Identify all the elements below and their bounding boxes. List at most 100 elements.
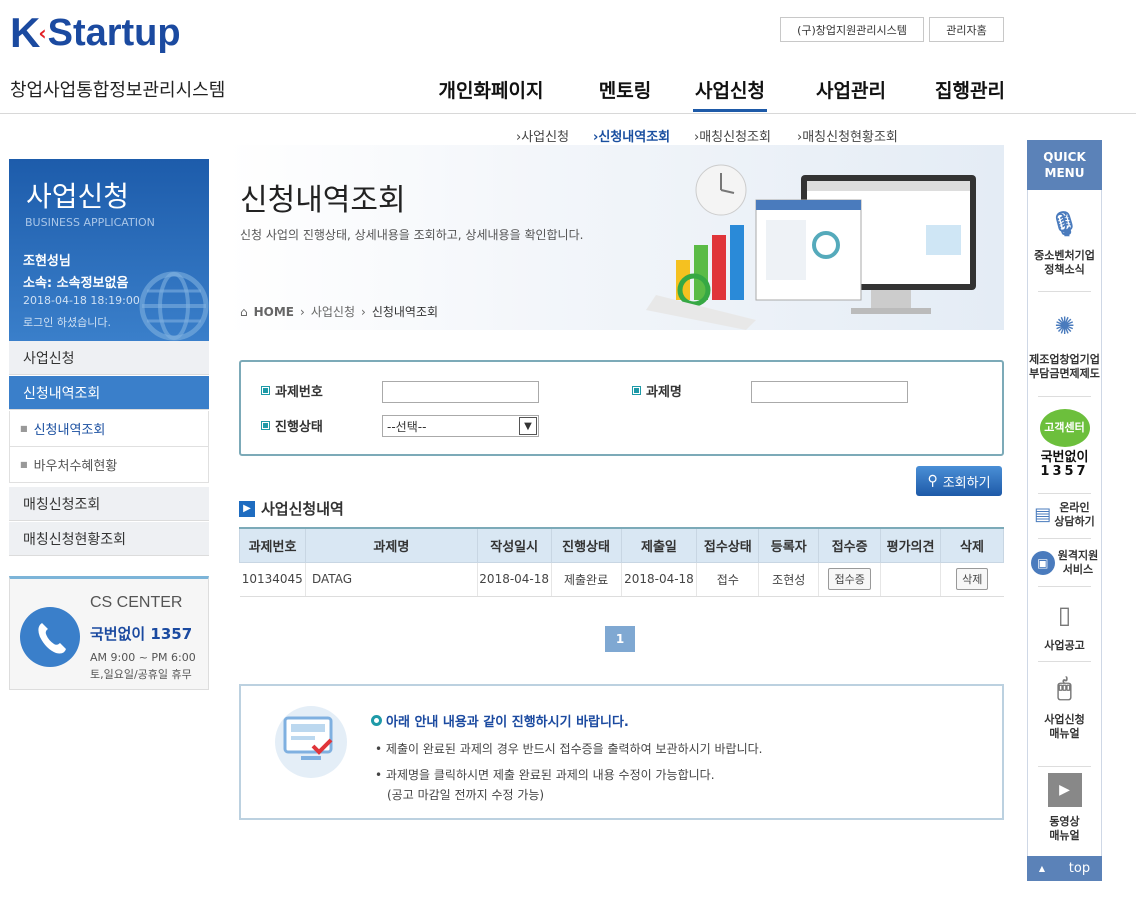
home-icon: ⌂: [240, 304, 248, 319]
header-divider: [0, 113, 1136, 114]
caret-up-icon: ▲: [1038, 864, 1046, 873]
quick-item-exemption[interactable]: ✺ 제조업창업기업 부담금면제제도: [1028, 311, 1101, 381]
table-row: 10134045 DATAG 2018-04-18 제출완료 2018-04-1…: [239, 562, 1004, 597]
quick-item-callcenter[interactable]: 고객센터 국번없이 1357: [1028, 409, 1101, 479]
quick-menu: QUICK MENU 🎙 중소벤처기업 정책소식 ✺ 제조업창업기업 부담금면제제도 …: [1027, 140, 1102, 881]
breadcrumb-2: 신청내역조회: [371, 305, 439, 319]
subnav-item-active[interactable]: ›신청내역조회: [593, 126, 670, 145]
cs-phone: 국번없이 1357: [90, 625, 193, 643]
col-delete: 삭제: [939, 527, 1005, 563]
circle-bullet-icon: [371, 715, 382, 726]
quick-item-remote[interactable]: ▣ 원격지원 서비스: [1028, 549, 1101, 577]
cell-receipt: 접수증: [818, 562, 881, 597]
notice-line-2: • 과제명을 클릭하시면 제출 완료된 과제의 내용 수정이 가능합니다.: [375, 768, 715, 782]
search-panel: 과제번호 과제명 진행상태 --선택-- ▼: [239, 360, 1004, 456]
bullet-icon: ■: [20, 460, 28, 469]
quick-item-video[interactable]: ▶ 동영상 매뉴얼: [1028, 773, 1101, 843]
search-button[interactable]: ⚲ 조회하기: [916, 466, 1002, 496]
col-status: 진행상태: [550, 527, 622, 563]
cell-submitted: 2018-04-18: [620, 562, 697, 597]
page-description: 신청 사업의 진행상태, 상세내용을 조회하고, 상세내용을 확인합니다.: [240, 228, 584, 242]
application-table: 과제번호 과제명 작성일시 진행상태 제출일 접수상태 등록자 접수증 평가의견…: [239, 527, 1005, 597]
quick-item-online[interactable]: ▤ 온라인 상담하기: [1028, 501, 1101, 529]
chevron-down-icon: ▼: [519, 417, 537, 435]
cell-opinion: [880, 562, 941, 597]
cs-center-box: CS CENTER 국번없이 1357 AM 9:00 ~ PM 6:00 토,…: [9, 576, 209, 690]
sidebar-user-panel: 사업신청 BUSINESS APPLICATION 조현성님 소속: 소속정보없…: [9, 159, 209, 341]
col-receipt: 접수증: [818, 527, 882, 563]
video-icon: ▶: [1047, 773, 1082, 807]
cell-status: 제출완료: [550, 562, 621, 597]
breadcrumb-home[interactable]: HOME: [254, 305, 294, 319]
customer-center-badge: 고객센터: [1039, 409, 1090, 447]
notice-monitor-icon: [275, 706, 347, 778]
cell-registrant: 조현성: [758, 562, 819, 597]
col-created: 작성일시: [476, 527, 552, 563]
breadcrumb: ⌂ HOME › 사업신청 › 신청내역조회: [240, 303, 439, 320]
col-registrant: 등록자: [758, 527, 820, 563]
cs-hours: AM 9:00 ~ PM 6:00: [90, 651, 196, 664]
project-name-input[interactable]: [751, 381, 908, 403]
top-button[interactable]: ▲ top: [1027, 856, 1102, 881]
logo-chevron-icon: ‹: [38, 21, 47, 45]
logo-k: K: [10, 9, 41, 56]
page-banner: 신청내역조회 신청 사업의 진행상태, 상세내용을 조회하고, 상세내용을 확인…: [226, 145, 1004, 330]
cell-created: 2018-04-18: [476, 562, 552, 597]
user-name: 조현성님: [23, 254, 71, 269]
search-icon: ⚲: [927, 473, 938, 489]
microphone-icon: 🎙: [1049, 210, 1080, 238]
login-message: 로그인 하셨습니다.: [23, 316, 111, 329]
sidebar-subitem-history[interactable]: ■ 신청내역조회: [9, 411, 209, 447]
mouse-icon: 🖱: [1057, 674, 1072, 702]
subnav-item[interactable]: ›매칭신청조회: [694, 126, 771, 145]
quick-item-manual[interactable]: 🖱 사업신청 매뉴얼: [1028, 671, 1101, 741]
notice-title: 아래 안내 내용과 같이 진행하시기 바랍니다.: [371, 711, 629, 730]
status-select[interactable]: --선택-- ▼: [382, 415, 539, 437]
subnav-item[interactable]: ›매칭신청현황조회: [797, 126, 898, 145]
pagination-page-1[interactable]: 1: [605, 626, 635, 652]
lightbulb-gear-icon: ✺: [1054, 312, 1075, 340]
gnb-management[interactable]: 사업관리: [810, 74, 892, 104]
label-status: 진행상태: [261, 416, 323, 435]
sidebar-item-matching[interactable]: 매칭신청조회: [9, 487, 209, 521]
bullet-icon: ■: [20, 424, 28, 433]
sidebar-item-matching-status[interactable]: 매칭신청현황조회: [9, 522, 209, 556]
cell-receipt-status: 접수: [696, 562, 759, 597]
document-icon: ▯: [1057, 601, 1072, 629]
sidebar-item-history[interactable]: 신청내역조회: [9, 376, 209, 410]
sidebar-subtitle: BUSINESS APPLICATION: [25, 216, 155, 229]
project-name-link[interactable]: DATAG: [304, 562, 478, 597]
gnb-mentoring[interactable]: 멘토링: [585, 74, 665, 104]
banner-illustration-icon: [646, 164, 976, 330]
subnav-item[interactable]: ›사업신청: [516, 126, 569, 145]
sidebar-item-application[interactable]: 사업신청: [9, 341, 209, 375]
k-startup-logo[interactable]: K ‹ Startup: [10, 10, 181, 56]
globe-icon: [139, 271, 209, 341]
table-header-row: 과제번호 과제명 작성일시 진행상태 제출일 접수상태 등록자 접수증 평가의견…: [239, 527, 1005, 563]
phone-icon: [20, 607, 80, 667]
receipt-button[interactable]: 접수증: [828, 568, 871, 590]
project-number-input[interactable]: [382, 381, 539, 403]
remote-support-icon: ▣: [1030, 551, 1055, 575]
user-affiliation: 소속: 소속정보없음: [23, 276, 129, 291]
col-number: 과제번호: [239, 527, 306, 563]
delete-button[interactable]: 삭제: [956, 568, 989, 590]
cs-title: CS CENTER: [90, 594, 183, 611]
gnb-application[interactable]: 사업신청: [693, 74, 767, 112]
cell-number: 10134045: [239, 562, 306, 597]
notice-line-3: (공고 마감일 전까지 수정 가능): [387, 788, 545, 802]
label-project-number: 과제번호: [261, 381, 323, 400]
col-receipt-status: 접수상태: [696, 527, 760, 563]
quick-item-policy[interactable]: 🎙 중소벤처기업 정책소식: [1028, 209, 1101, 277]
label-project-name: 과제명: [632, 381, 682, 400]
page-title: 신청내역조회: [240, 183, 406, 218]
old-system-button[interactable]: (구)창업지원관리시스템: [780, 17, 924, 42]
breadcrumb-1[interactable]: 사업신청: [311, 303, 355, 320]
quick-item-notice[interactable]: ▯ 사업공고: [1028, 599, 1101, 653]
gnb-execution[interactable]: 집행관리: [928, 74, 1012, 104]
list-heading: ▶ 사업신청내역: [239, 498, 344, 519]
col-name: 과제명: [304, 527, 478, 563]
admin-home-button[interactable]: 관리자홈: [929, 17, 1004, 42]
sidebar-subitem-voucher[interactable]: ■ 바우처수혜현황: [9, 447, 209, 483]
gnb-personal[interactable]: 개인화페이지: [430, 74, 552, 104]
